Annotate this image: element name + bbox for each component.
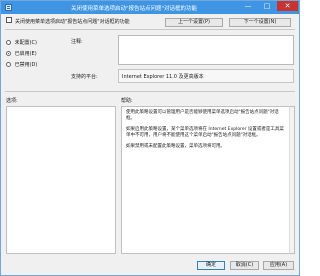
- supported-platforms-value: Internet Explorer 11.0 及更高版本: [118, 69, 294, 83]
- radio-not-configured-label: 未配置(C): [14, 40, 37, 46]
- divider: [5, 91, 295, 92]
- options-label: 选项:: [6, 98, 18, 104]
- close-button[interactable]: ✕: [277, 1, 298, 11]
- help-paragraph: 使用此策略设置可以管理用户是否能够使用菜单选项启动"报告站点问题"对话框。: [126, 110, 279, 121]
- apply-button[interactable]: 应用(A): [263, 261, 294, 270]
- radio-enabled[interactable]: 已启用(E): [6, 50, 37, 58]
- options-panel: [6, 106, 116, 254]
- resize-grip-icon[interactable]: ⋰: [292, 268, 297, 273]
- help-label: 帮助:: [121, 98, 133, 104]
- next-setting-button[interactable]: 下一个设置(N): [229, 18, 291, 27]
- comment-label: 注释:: [71, 39, 83, 45]
- help-panel: 使用此策略设置可以管理用户是否能够使用菜单选项启动"报告站点问题"对话框。 如果…: [121, 106, 295, 254]
- help-paragraph: 如果禁用或未配置此策略设置，菜单选项将可用。: [126, 144, 225, 149]
- policy-icon: [6, 17, 12, 23]
- comment-textarea[interactable]: [118, 35, 294, 65]
- radio-enabled-circle[interactable]: [6, 51, 11, 56]
- previous-setting-button[interactable]: 上一个设置(P): [165, 18, 223, 27]
- help-scrollbar[interactable]: [289, 107, 294, 253]
- title-bar[interactable]: 关闭使用菜单选项启动"报告站点问题"对话框的功能 — □ ✕: [1, 1, 299, 14]
- policy-setting-dialog: 关闭使用菜单选项启动"报告站点问题"对话框的功能 — □ ✕ 关闭使用菜单选项启…: [0, 0, 300, 276]
- minimize-button[interactable]: —: [239, 1, 257, 11]
- radio-not-configured[interactable]: 未配置(C): [6, 39, 37, 47]
- radio-disabled-label: 已禁用(D): [14, 62, 38, 68]
- radio-enabled-label: 已启用(E): [14, 51, 37, 57]
- window-title: 关闭使用菜单选项启动"报告站点问题"对话框的功能: [71, 6, 198, 12]
- radio-disabled[interactable]: 已禁用(D): [6, 61, 37, 69]
- app-icon: [5, 4, 12, 11]
- setting-name: 关闭使用菜单选项启动"报告站点问题"对话框的功能: [15, 19, 130, 25]
- radio-not-configured-circle[interactable]: [6, 40, 11, 45]
- help-paragraph: 如果启用此策略设置，某个菜单选项将在 Internet Explorer 设置或…: [126, 127, 284, 138]
- supported-platforms-label: 支持的平台:: [71, 74, 98, 80]
- maximize-button[interactable]: □: [258, 1, 276, 11]
- radio-disabled-circle[interactable]: [6, 62, 11, 67]
- ok-button[interactable]: 确定: [197, 261, 225, 270]
- cancel-button[interactable]: 取消(C): [230, 261, 259, 270]
- divider: [5, 29, 295, 30]
